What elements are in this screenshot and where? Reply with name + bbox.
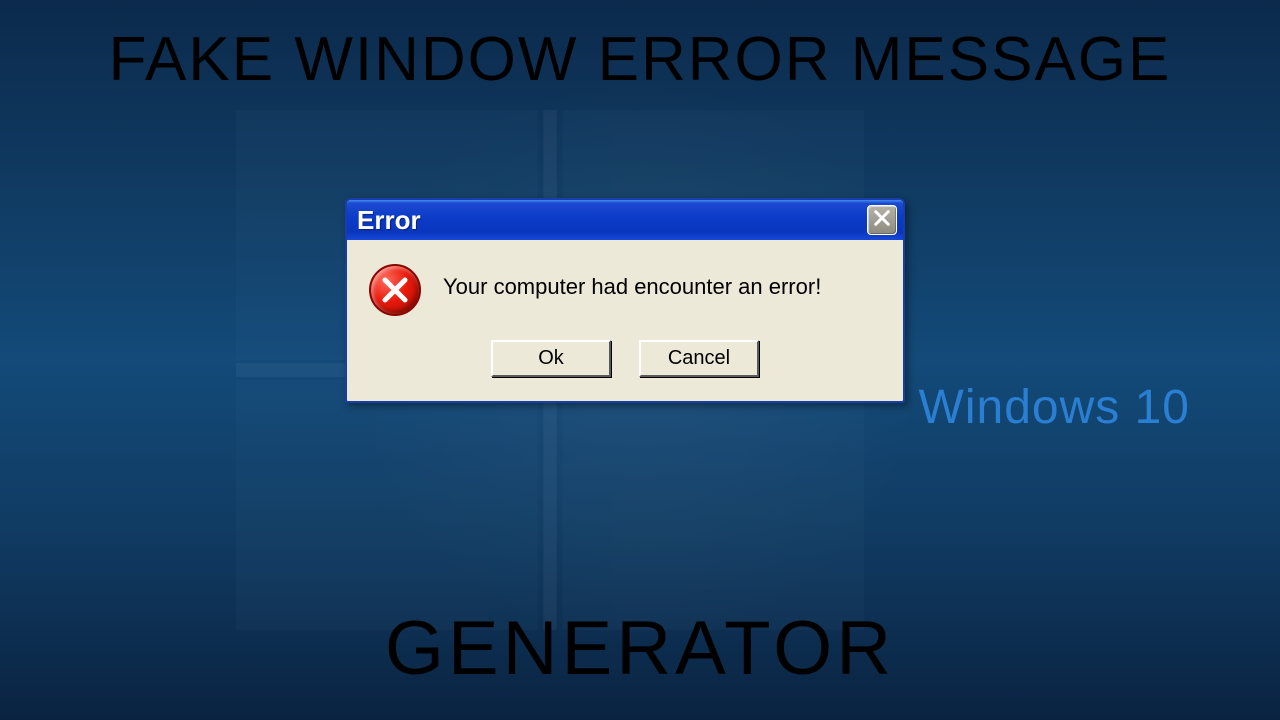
close-icon <box>873 209 891 232</box>
cancel-button[interactable]: Cancel <box>639 340 759 377</box>
ok-button[interactable]: Ok <box>491 340 611 377</box>
error-icon <box>369 264 421 316</box>
dialog-title: Error <box>357 205 867 236</box>
headline-text: FAKE WINDOW ERROR MESSAGE <box>0 24 1280 95</box>
footline-text: GENERATOR <box>0 605 1280 692</box>
dialog-button-row: Ok Cancel <box>347 332 903 401</box>
error-dialog: Error Your computer had encounter an err… <box>345 198 905 403</box>
dialog-body: Your computer had encounter an error! <box>347 240 903 332</box>
dialog-titlebar[interactable]: Error <box>347 200 903 240</box>
close-button[interactable] <box>867 205 897 235</box>
brand-label: Windows 10 <box>919 380 1190 435</box>
dialog-message: Your computer had encounter an error! <box>443 264 821 300</box>
